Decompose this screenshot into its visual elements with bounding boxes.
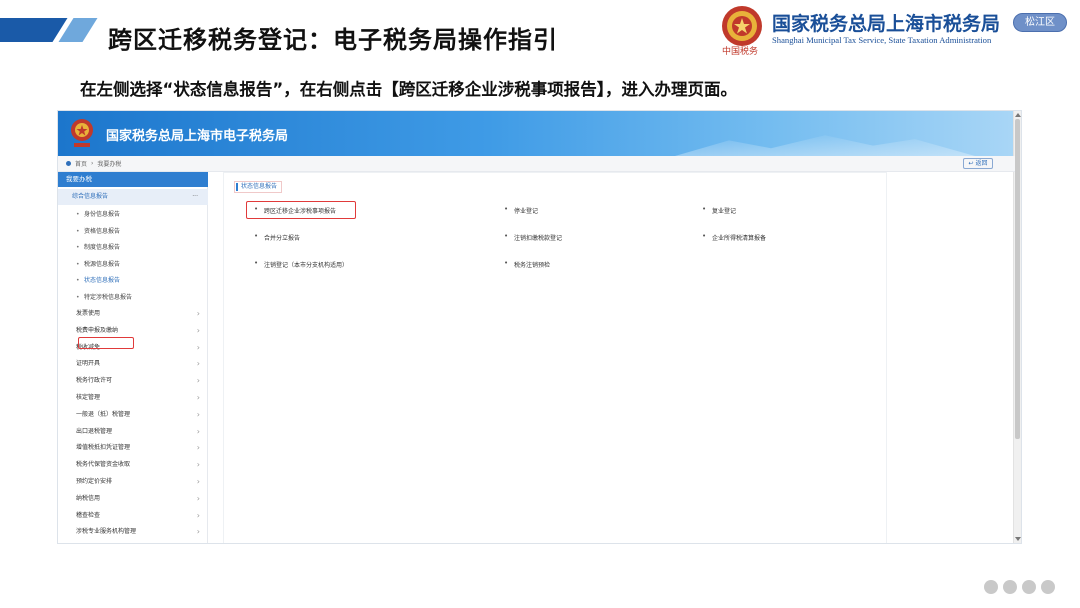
banner-mountain-decor [675,135,975,156]
location-pin-icon [66,161,71,166]
back-button[interactable]: ↩ 返回 [963,158,993,169]
breadcrumb-bar: 首页 › 我要办税 ↩ 返回 [58,156,1015,172]
instruction-text: 在左侧选择“状态信息报告”，在右侧点击【跨区迁移企业涉税事项报告】，进入办理页面… [80,80,737,99]
chevron-right-icon: › [196,359,200,369]
tax-emblem-icon [722,6,762,46]
pager-dot[interactable] [1041,580,1055,594]
chevron-right-icon: › [196,376,200,386]
chevron-right-icon: › [196,443,200,453]
sidebar-item-label: 核定管理 [76,394,101,401]
org-name-en: Shanghai Municipal Tax Service, State Ta… [772,35,992,45]
chevron-right-icon: › [196,527,200,537]
sidebar-child-tax-source[interactable]: 税源信息报告 [58,257,208,273]
sidebar-item[interactable]: 预约定价安排 › [58,474,208,491]
sidebar-item-label: 税务行政许可 [76,377,113,385]
slide-pager [984,580,1055,594]
sidebar: 我要办税 综合信息报告 ··· 身份信息报告 资格信息报告 制度信息报告 税源信… [58,172,208,543]
sidebar-child-specific[interactable]: 特定涉税信息报告 [58,290,208,306]
chevron-right-icon: › [196,493,200,503]
option-deregistration-precheck[interactable]: 税务注销预检 [504,259,550,269]
sidebar-item[interactable]: 发票使用 › [58,306,208,323]
sidebar-item[interactable]: 增值税抵扣凭证管理 › [58,440,208,457]
sidebar-item[interactable]: 证明开具 › [58,356,208,373]
sidebar-item-label: 发票使用 [76,310,101,317]
sidebar-child-status[interactable]: 状态信息报告 [58,273,208,289]
sidebar-child-qualification[interactable]: 资格信息报告 [58,224,208,240]
chevron-right-icon: › [196,477,200,486]
sidebar-item[interactable]: 出口退税管理 › [58,424,208,441]
header-stripe-dark [0,18,68,42]
sidebar-section-general-info[interactable]: 综合信息报告 ··· [58,189,208,205]
sidebar-child-system[interactable]: 制度信息报告 [58,240,208,256]
sidebar-item-label: 纳税信用 [76,494,101,502]
sidebar-item-label: 一般退（抵）税管理 [76,410,131,418]
district-badge: 松江区 [1013,13,1067,32]
sidebar-section-label: 综合信息报告 [72,193,109,200]
option-branch-deregistration[interactable]: 注销登记（本市分支机构适用） [254,259,348,269]
sidebar-item-label: 增值税抵扣凭证管理 [76,444,131,452]
sidebar-item-label: 出口退税管理 [76,427,113,435]
chevron-right-icon: › [196,409,200,419]
option-suspension-registration[interactable]: 停业登记 [504,205,538,215]
option-resumption-registration[interactable]: 复业登记 [702,205,736,215]
breadcrumb: 首页 › 我要办税 [66,159,121,168]
portal-banner: 国家税务总局上海市电子税务局 [58,111,1015,156]
breadcrumb-home[interactable]: 首页 [75,159,87,168]
chevron-right-icon: › [196,309,200,318]
scroll-up-icon[interactable] [1015,113,1021,117]
breadcrumb-separator: › [91,160,94,167]
content-panel: 状态信息报告 跨区迁移企业涉税事项报告 停业登记 复业登记 合并分立报告 注销扣… [223,172,887,543]
emblem-caption: 中国税务 [722,47,759,57]
option-income-tax-liquidation[interactable]: 企业所得税清算报备 [702,232,766,242]
sidebar-item[interactable]: 税务行政许可 › [58,373,208,390]
scroll-down-icon[interactable] [1015,537,1021,541]
pager-dot[interactable] [1022,580,1036,594]
sidebar-item-label: 稽查检查 [76,511,101,519]
sidebar-item-label: 税费申报及缴纳 [76,326,119,334]
sidebar-item[interactable]: 税务代保管资金收取 › [58,457,208,474]
chevron-right-icon: › [196,393,200,402]
page-scrollbar[interactable] [1013,111,1021,543]
highlight-box-status-report [78,337,134,349]
breadcrumb-current[interactable]: 我要办税 [97,159,121,168]
sidebar-item[interactable]: 核定管理 › [58,390,208,407]
sidebar-item[interactable]: 涉税专业服务机构管理 › [58,524,208,541]
scroll-thumb[interactable] [1015,119,1020,439]
chevron-right-icon: › [196,426,200,436]
sidebar-item-label: 证明开具 [76,360,101,368]
back-button-label: 返回 [975,160,988,167]
sidebar-item[interactable]: 稽查检查 › [58,508,208,525]
chevron-right-icon: › [196,342,200,352]
portal-logo-icon [71,119,93,147]
panel-section-tag: 状态信息报告 [234,181,283,193]
sidebar-item[interactable]: 纳税信用 › [58,491,208,508]
slide-title: 跨区迁移税务登记：电子税务局操作指引 [108,26,558,54]
pager-dot[interactable] [984,580,998,594]
org-name-cn: 国家税务总局上海市税务局 [772,13,1001,35]
sidebar-item-label: 涉税专业服务机构管理 [76,528,137,536]
sidebar-item-label: 预约定价安排 [76,478,113,485]
more-icon: ··· [192,193,198,200]
sidebar-item-label: 税务代保管资金收取 [76,461,131,469]
pager-dot[interactable] [1003,580,1017,594]
highlight-box-migration-option [246,201,356,219]
back-arrow-icon: ↩ [968,160,974,167]
sidebar-item[interactable]: 一般退（抵）税管理 › [58,407,208,424]
chevron-right-icon: › [196,510,200,520]
portal-title: 国家税务总局上海市电子税务局 [106,129,289,144]
chevron-right-icon: › [196,460,200,470]
portal-screenshot: 国家税务总局上海市电子税务局 首页 › 我要办税 ↩ 返回 我要办税 综合信息报… [57,110,1022,544]
chevron-right-icon: › [196,325,200,335]
sidebar-child-identity[interactable]: 身份信息报告 [58,207,208,223]
option-withholding-deregistration[interactable]: 注销扣缴税款登记 [504,232,562,242]
option-merger-split-report[interactable]: 合并分立报告 [254,232,300,242]
sidebar-header[interactable]: 我要办税 [58,172,208,187]
